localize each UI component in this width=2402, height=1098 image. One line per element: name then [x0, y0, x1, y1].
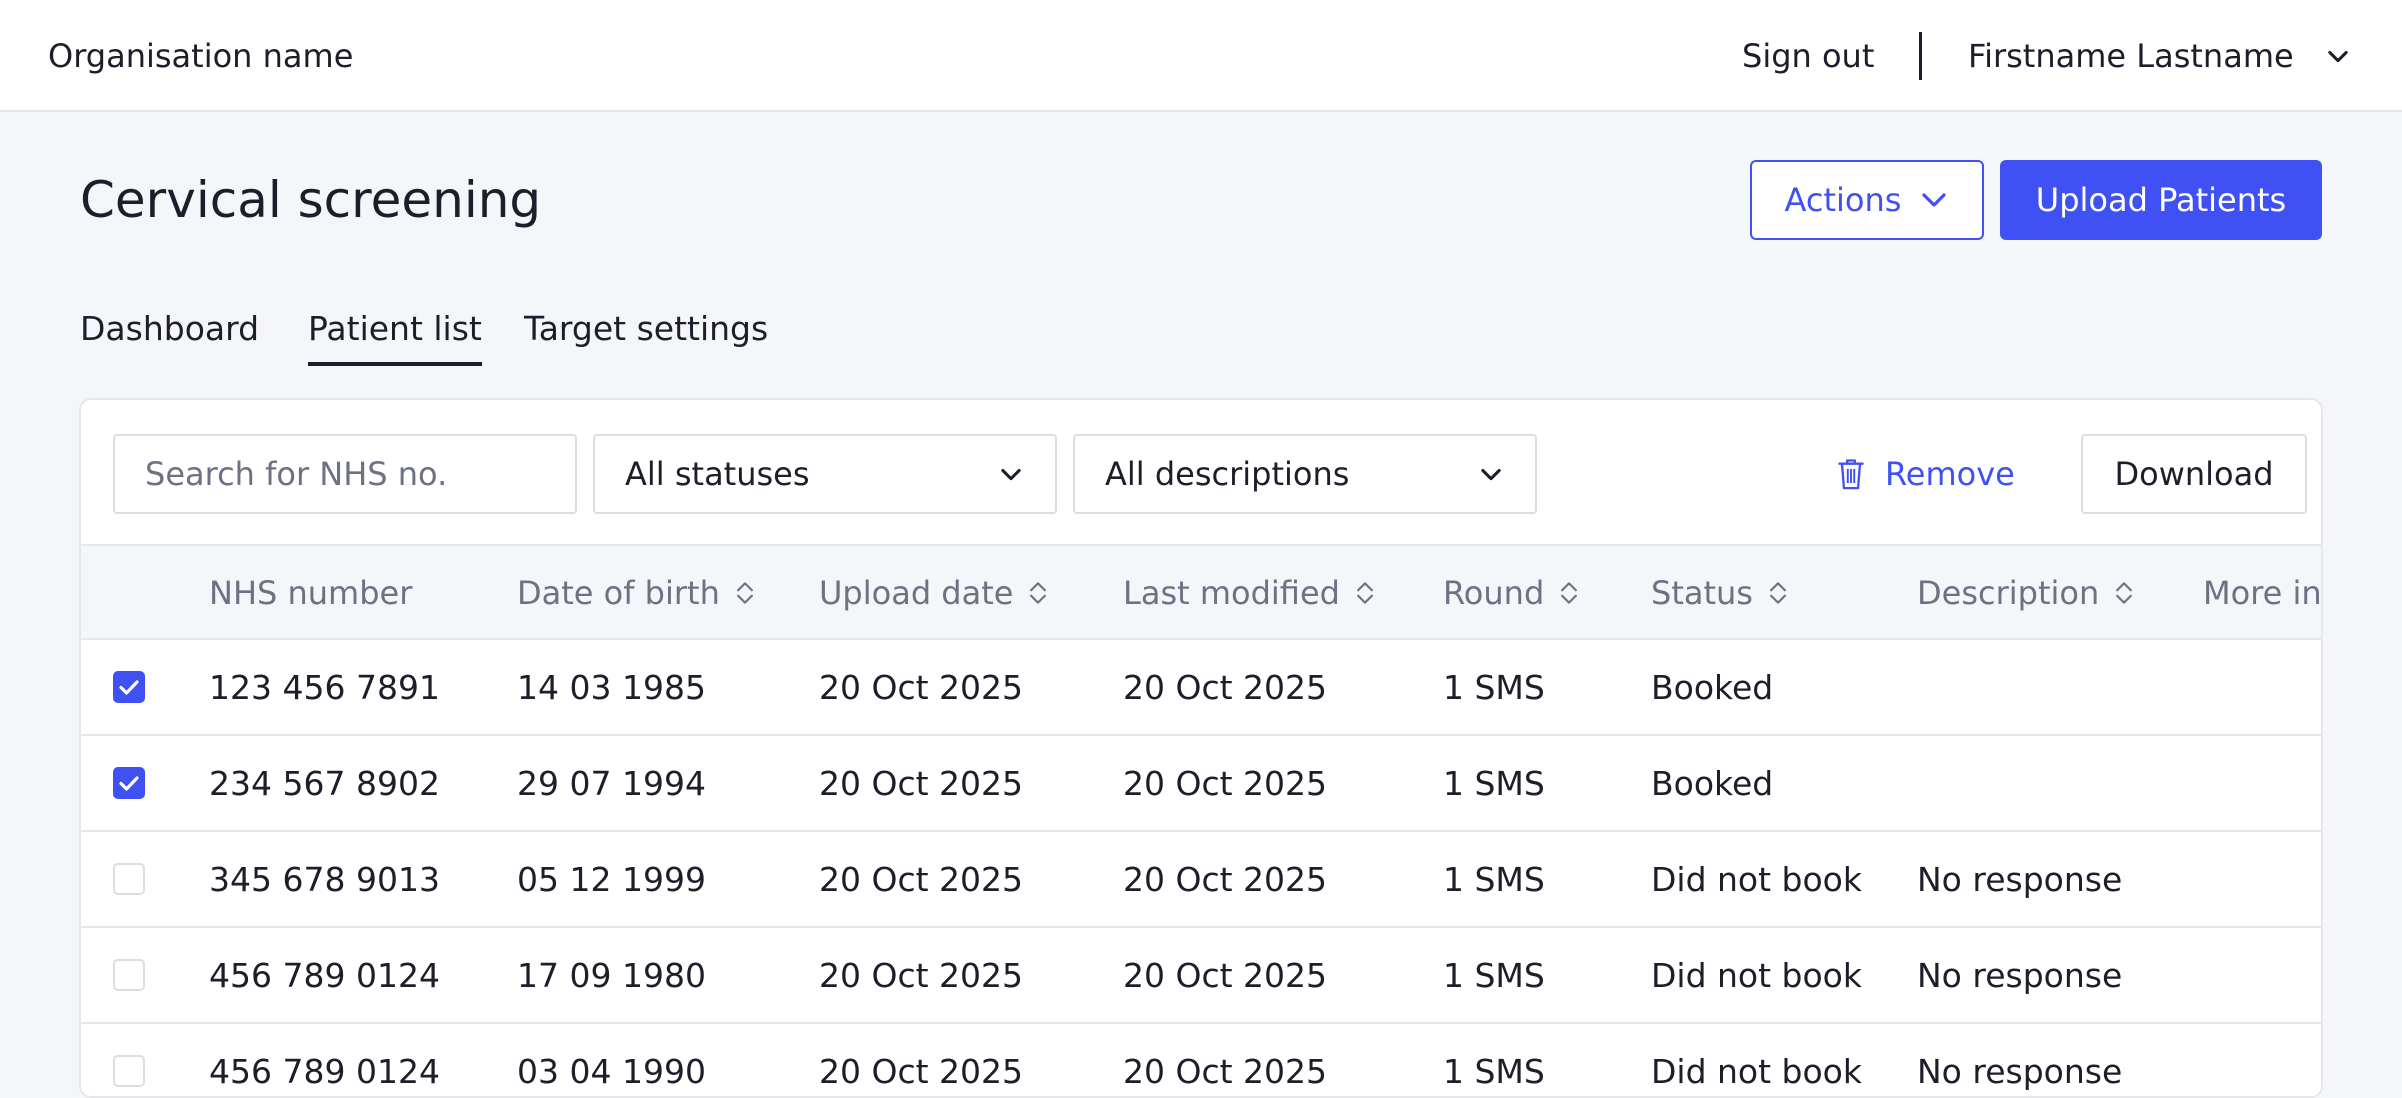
sign-out-link[interactable]: Sign out [1742, 36, 1874, 76]
cell-date-of-birth: 17 09 1980 [517, 955, 706, 995]
status-select-value: All statuses [625, 455, 810, 493]
cell-last-modified: 20 Oct 2025 [1123, 763, 1328, 803]
column-header-more-info: More in [2203, 546, 2322, 640]
organisation-name: Organisation name [48, 37, 354, 75]
cell-status: Booked [1651, 763, 1774, 803]
cell-round: 1 SMS [1443, 955, 1545, 995]
table-row[interactable]: 123 456 7891 14 03 1985 20 Oct 2025 20 Oct … [81, 640, 2321, 736]
cell-last-modified: 20 Oct 2025 [1123, 667, 1328, 707]
check-icon [119, 680, 139, 695]
download-button[interactable]: Download [2081, 434, 2307, 514]
chevron-down-icon [1481, 468, 1501, 481]
column-header-date-of-birth[interactable]: Date of birth [517, 546, 756, 640]
cell-upload-date: 20 Oct 2025 [819, 667, 1024, 707]
chevron-down-icon [1001, 468, 1021, 481]
page-title: Cervical screening [80, 171, 542, 229]
row-checkbox[interactable] [113, 959, 145, 991]
column-header-upload-date[interactable]: Upload date [819, 546, 1049, 640]
actions-button-label: Actions [1784, 181, 1902, 219]
cell-round: 1 SMS [1443, 859, 1545, 899]
cell-nhs-number: 456 789 0124 [209, 955, 440, 995]
cell-description: No response [1917, 955, 2123, 995]
cell-round: 1 SMS [1443, 1051, 1545, 1091]
cell-upload-date: 20 Oct 2025 [819, 763, 1024, 803]
status-select[interactable]: All statuses [593, 434, 1057, 514]
top-bar: Organisation name Sign out Firstname Las… [0, 0, 2402, 112]
column-header-label: Last modified [1123, 574, 1340, 612]
description-select[interactable]: All descriptions [1073, 434, 1537, 514]
column-header-label: NHS number [209, 574, 413, 612]
cell-upload-date: 20 Oct 2025 [819, 1051, 1024, 1091]
sort-icon [1561, 582, 1578, 604]
table-header: NHS number Date of birth Upload date Las… [81, 544, 2322, 640]
cell-last-modified: 20 Oct 2025 [1123, 859, 1328, 899]
cell-date-of-birth: 29 07 1994 [517, 763, 706, 803]
tab-target-settings[interactable]: Target settings [524, 306, 768, 352]
row-checkbox[interactable] [113, 671, 145, 703]
user-name: Firstname Lastname [1968, 37, 2294, 75]
tab-patient-list[interactable]: Patient list [308, 306, 482, 366]
cell-round: 1 SMS [1443, 763, 1545, 803]
sort-icon [1356, 582, 1373, 604]
sort-icon [1030, 582, 1047, 604]
cell-description: No response [1917, 1051, 2123, 1091]
header-divider [1919, 32, 1922, 80]
sort-icon [1769, 582, 1786, 604]
table-row[interactable]: 345 678 9013 05 12 1999 20 Oct 2025 20 Oct … [81, 832, 2321, 928]
patient-list-card: All statuses All descriptions Remove Dow… [79, 398, 2323, 1098]
trash-icon [1838, 459, 1864, 490]
column-header-label: More in [2203, 574, 2322, 612]
cell-status: Did not book [1651, 859, 1862, 899]
column-header-label: Status [1651, 574, 1753, 612]
cell-upload-date: 20 Oct 2025 [819, 955, 1024, 995]
row-checkbox[interactable] [113, 767, 145, 799]
cell-date-of-birth: 03 04 1990 [517, 1051, 706, 1091]
cell-description: No response [1917, 859, 2123, 899]
cell-nhs-number: 234 567 8902 [209, 763, 440, 803]
column-header-label: Description [1917, 574, 2100, 612]
cell-nhs-number: 123 456 7891 [209, 667, 440, 707]
tab-dashboard[interactable]: Dashboard [80, 306, 259, 352]
column-header-label: Date of birth [517, 574, 720, 612]
table-row[interactable]: 456 789 0124 17 09 1980 20 Oct 2025 20 Oct … [81, 928, 2321, 1024]
cell-last-modified: 20 Oct 2025 [1123, 1051, 1328, 1091]
cell-nhs-number: 456 789 0124 [209, 1051, 440, 1091]
table-row[interactable]: 456 789 0124 03 04 1990 20 Oct 2025 20 Oct … [81, 1024, 2321, 1096]
cell-status: Did not book [1651, 1051, 1862, 1091]
cell-date-of-birth: 14 03 1985 [517, 667, 706, 707]
column-header-round[interactable]: Round [1443, 546, 1580, 640]
column-header-nhs-number: NHS number [209, 546, 412, 640]
table-row[interactable]: 234 567 8902 29 07 1994 20 Oct 2025 20 Oct … [81, 736, 2321, 832]
cell-last-modified: 20 Oct 2025 [1123, 955, 1328, 995]
chevron-down-icon [1922, 193, 1947, 207]
column-header-status[interactable]: Status [1651, 546, 1789, 640]
actions-button[interactable]: Actions [1750, 160, 1984, 240]
column-header-label: Upload date [819, 574, 1014, 612]
cell-nhs-number: 345 678 9013 [209, 859, 440, 899]
remove-button-label: Remove [1885, 455, 2015, 493]
row-checkbox[interactable] [113, 863, 145, 895]
cell-upload-date: 20 Oct 2025 [819, 859, 1024, 899]
sort-icon [2116, 582, 2133, 604]
column-header-last-modified[interactable]: Last modified [1123, 546, 1376, 640]
cell-status: Did not book [1651, 955, 1862, 995]
check-icon [119, 776, 139, 791]
column-header-description[interactable]: Description [1917, 546, 2135, 640]
chevron-down-icon [2327, 50, 2348, 63]
cell-status: Booked [1651, 667, 1774, 707]
row-checkbox[interactable] [113, 1055, 145, 1087]
cell-date-of-birth: 05 12 1999 [517, 859, 706, 899]
user-menu[interactable]: Firstname Lastname [1968, 36, 2352, 76]
search-input[interactable] [113, 434, 577, 514]
description-select-value: All descriptions [1105, 455, 1350, 493]
sort-icon [736, 582, 753, 604]
remove-button[interactable]: Remove [1835, 434, 2015, 514]
upload-patients-button[interactable]: Upload Patients [2000, 160, 2322, 240]
column-header-label: Round [1443, 574, 1545, 612]
cell-round: 1 SMS [1443, 667, 1545, 707]
